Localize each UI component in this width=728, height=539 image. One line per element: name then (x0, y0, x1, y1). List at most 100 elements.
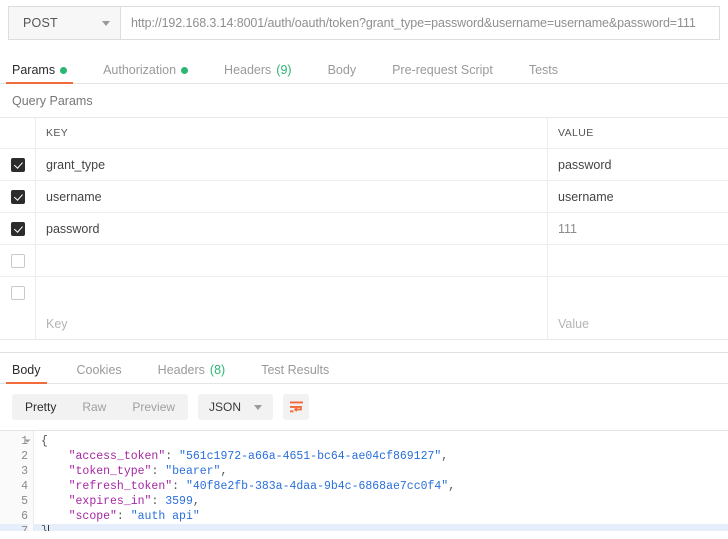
column-header-value-label: VALUE (558, 127, 594, 139)
param-enabled-checkbox[interactable] (10, 285, 25, 300)
url-input[interactable]: http://192.168.3.14:8001/auth/oauth/toke… (120, 6, 720, 40)
request-tab-params[interactable]: Params (5, 63, 74, 84)
response-divider (0, 352, 728, 353)
column-header-value: VALUE (548, 118, 728, 148)
code-token-str: "bearer" (165, 465, 221, 478)
code-line: "scope": "auth api" (41, 509, 728, 524)
param-enabled-checkbox[interactable] (10, 253, 25, 268)
request-tab-headers[interactable]: Headers (9) (222, 63, 294, 83)
response-tab-body[interactable]: Body (6, 363, 46, 384)
code-line: "access_token": "561c1972-a66a-4651-bc64… (41, 449, 728, 464)
new-param-row[interactable]: Key Value (0, 308, 728, 339)
code-token-punct: : (151, 495, 166, 508)
code-token-str: "40f8e2fb-383a-4daa-9b4c-6868ae7cc0f4" (185, 480, 449, 493)
request-tab-authorization[interactable]: Authorization (101, 63, 190, 83)
param-value-cell[interactable] (548, 277, 728, 308)
code-token-punct: : (151, 465, 166, 478)
view-mode-preview[interactable]: Preview (119, 394, 188, 420)
table-row[interactable]: password 111 (0, 213, 728, 245)
code-token-str: "auth api" (130, 510, 200, 523)
wrap-lines-icon (289, 401, 303, 413)
line-number: 4 (21, 480, 28, 493)
response-tab-headers[interactable]: Headers (8) (156, 363, 228, 383)
param-key-cell[interactable] (36, 277, 548, 308)
code-token-key: "scope" (68, 510, 117, 523)
code-gutter: 12 3 4 5 67 (0, 431, 34, 531)
table-row[interactable] (0, 277, 728, 308)
request-url-bar: POST http://192.168.3.14:8001/auth/oauth… (8, 6, 720, 40)
code-token-str: "561c1972-a66a-4651-bc64-ae04cf869127" (179, 450, 442, 463)
view-mode-raw[interactable]: Raw (69, 394, 119, 420)
tab-count: (8) (209, 363, 226, 377)
response-format-select[interactable]: JSON (198, 394, 274, 420)
response-format-label: JSON (209, 400, 242, 414)
new-param-value-input[interactable]: Value (548, 308, 728, 339)
line-number: 6 (21, 510, 28, 523)
tab-label: Pre-request Script (392, 63, 493, 77)
code-token-num: 3599 (165, 495, 193, 508)
request-tab-body[interactable]: Body (326, 63, 359, 83)
response-body-code[interactable]: 12 3 4 5 67 { "access_token": "561c1972-a66a… (0, 431, 728, 531)
code-token-key: "token_type" (68, 465, 152, 478)
tab-label: Cookies (76, 363, 122, 377)
code-token-key: "expires_in" (68, 495, 152, 508)
chevron-down-icon (254, 404, 263, 410)
param-value-text: username (558, 189, 614, 204)
http-method-select[interactable]: POST (8, 6, 120, 40)
code-token-punct: , (441, 450, 449, 463)
tab-label: Authorization (103, 63, 177, 77)
response-tab-cookies[interactable]: Cookies (75, 363, 124, 383)
table-header-row: KEY VALUE (0, 118, 728, 149)
param-value-cell[interactable]: 111 (548, 213, 728, 244)
response-toolbar: Pretty Raw Preview JSON (0, 384, 728, 431)
param-value-text: 111 (558, 221, 578, 236)
param-key-text: password (46, 221, 100, 236)
param-enabled-cell (0, 181, 36, 212)
param-key-cell[interactable]: username (36, 181, 548, 212)
code-token-key: "access_token" (68, 450, 166, 463)
tab-label: Headers (157, 363, 205, 377)
tab-label: Body (327, 63, 357, 77)
column-header-key: KEY (36, 118, 548, 148)
param-enabled-checkbox[interactable] (10, 189, 25, 204)
param-enabled-checkbox[interactable] (10, 157, 25, 172)
header-checkbox-cell (0, 118, 36, 148)
param-value-cell[interactable]: password (548, 149, 728, 180)
table-row[interactable] (0, 245, 728, 277)
param-key-cell[interactable] (36, 245, 548, 276)
modified-dot-icon (181, 66, 189, 74)
table-row[interactable]: grant_type password (0, 149, 728, 181)
fold-toggle-icon[interactable] (24, 439, 31, 443)
param-enabled-cell (0, 213, 36, 244)
code-token-punct: : (172, 480, 186, 493)
line-number: 2 (21, 450, 28, 463)
request-tab-pre-request-script[interactable]: Pre-request Script (390, 63, 495, 83)
code-token-punct: , (192, 495, 200, 508)
new-param-key-input[interactable]: Key (36, 308, 548, 339)
param-value-cell[interactable]: username (548, 181, 728, 212)
code-line: "expires_in": 3599, (41, 494, 728, 509)
code-content[interactable]: { "access_token": "561c1972-a66a-4651-bc… (34, 431, 728, 531)
view-mode-pretty[interactable]: Pretty (12, 394, 69, 420)
param-enabled-cell (0, 245, 36, 276)
param-enabled-checkbox[interactable] (10, 221, 25, 236)
response-tab-test-results[interactable]: Test Results (259, 363, 331, 383)
param-key-cell[interactable]: grant_type (36, 149, 548, 180)
code-line: "token_type": "bearer", (41, 464, 728, 479)
line-number: 5 (21, 495, 28, 508)
modified-dot-icon (60, 66, 68, 74)
new-row-checkbox-cell (0, 308, 36, 339)
param-key-cell[interactable]: password (36, 213, 548, 244)
text-cursor (47, 525, 49, 531)
param-key-text: username (46, 189, 102, 204)
table-row[interactable]: username username (0, 181, 728, 213)
response-tabs: Body Cookies Headers (8) Test Results (0, 356, 728, 384)
response-view-mode-group: Pretty Raw Preview (12, 394, 189, 420)
code-line: { (41, 434, 728, 449)
param-value-cell[interactable] (548, 245, 728, 276)
param-key-text: grant_type (46, 157, 106, 172)
tab-label: Headers (224, 63, 272, 77)
request-tab-tests[interactable]: Tests (527, 63, 560, 83)
code-token-punct: { (41, 435, 48, 448)
wrap-lines-button[interactable] (283, 394, 310, 420)
